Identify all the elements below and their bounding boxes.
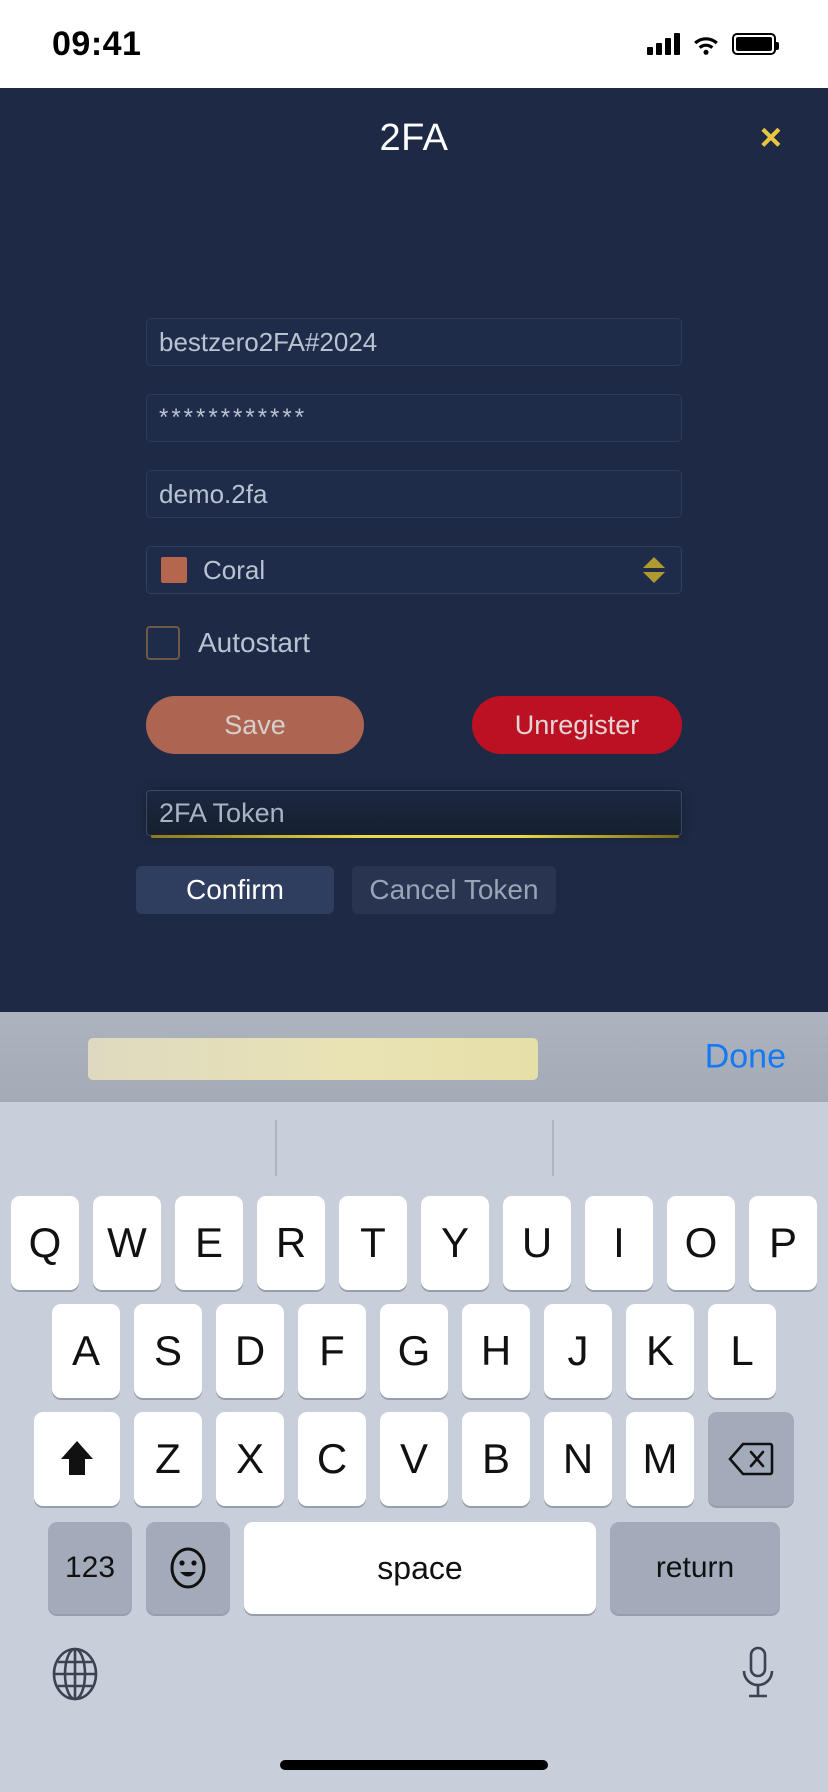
key-y[interactable]: Y (421, 1196, 489, 1290)
password-field[interactable]: ************ (146, 394, 682, 442)
status-bar-icons (647, 33, 779, 55)
key-e[interactable]: E (175, 1196, 243, 1290)
key-x[interactable]: X (216, 1412, 284, 1506)
key-v[interactable]: V (380, 1412, 448, 1506)
stepper-arrows-icon[interactable] (643, 557, 665, 583)
autostart-label: Autostart (198, 627, 311, 658)
key-j[interactable]: J (544, 1304, 612, 1398)
save-button[interactable]: Save (146, 696, 364, 754)
keyboard-accessory-bar: Done (0, 1012, 828, 1102)
secret-key-field[interactable]: bestzero2FA#2024 (146, 318, 682, 366)
key-d[interactable]: D (216, 1304, 284, 1398)
app-titlebar: 2FA × (0, 88, 828, 188)
key-m[interactable]: M (626, 1412, 694, 1506)
chevron-up-icon[interactable] (643, 557, 665, 568)
chevron-down-icon[interactable] (643, 572, 665, 583)
key-z[interactable]: Z (134, 1412, 202, 1506)
color-select[interactable]: Coral (146, 546, 682, 594)
keyboard-bottom-bar (0, 1628, 828, 1748)
emoji-key[interactable] (146, 1522, 230, 1614)
key-r[interactable]: R (257, 1196, 325, 1290)
key-t[interactable]: T (339, 1196, 407, 1290)
key-w[interactable]: W (93, 1196, 161, 1290)
keyboard-row-3: ZXCVBNM (0, 1412, 828, 1506)
token-input[interactable]: 2FA Token (146, 790, 682, 838)
home-indicator (280, 1760, 548, 1770)
keyboard-row-1: QWERTYUIOP (0, 1196, 828, 1290)
key-k[interactable]: K (626, 1304, 694, 1398)
autostart-checkbox[interactable] (146, 626, 180, 660)
key-i[interactable]: I (585, 1196, 653, 1290)
key-q[interactable]: Q (11, 1196, 79, 1290)
status-bar-time: 09:41 (52, 24, 142, 63)
battery-full-icon (732, 33, 779, 55)
color-select-label: Coral (203, 554, 266, 585)
confirm-button[interactable]: Confirm (136, 866, 334, 914)
token-button-row: Confirm Cancel Token (134, 866, 694, 914)
numbers-key[interactable]: 123 (48, 1522, 132, 1614)
globe-language-icon[interactable] (48, 1646, 102, 1702)
emoji-smiley-icon (170, 1547, 206, 1589)
predictive-text-bar[interactable] (0, 1102, 828, 1194)
wifi-icon (694, 37, 718, 55)
close-icon[interactable]: × (760, 119, 782, 157)
done-button[interactable]: Done (705, 1038, 786, 1077)
unregister-button[interactable]: Unregister (472, 696, 682, 754)
key-l[interactable]: L (708, 1304, 776, 1398)
key-n[interactable]: N (544, 1412, 612, 1506)
key-c[interactable]: C (298, 1412, 366, 1506)
key-o[interactable]: O (667, 1196, 735, 1290)
keyboard-row-4: 123 space return (0, 1522, 828, 1614)
cancel-token-button[interactable]: Cancel Token (352, 866, 556, 914)
key-u[interactable]: U (503, 1196, 571, 1290)
page-title: 2FA (379, 116, 449, 159)
key-f[interactable]: F (298, 1304, 366, 1398)
color-swatch-icon (161, 557, 187, 583)
key-g[interactable]: G (380, 1304, 448, 1398)
status-bar: 09:41 (0, 0, 828, 88)
autostart-checkbox-row[interactable]: Autostart (146, 626, 682, 660)
autofill-suggestion-chip[interactable] (88, 1038, 538, 1080)
keyboard-row-2: ASDFGHJKL (0, 1304, 828, 1398)
shift-key[interactable] (34, 1412, 120, 1506)
key-b[interactable]: B (462, 1412, 530, 1506)
onscreen-keyboard: QWERTYUIOP ASDFGHJKL ZXCVBNM 123 space r… (0, 1102, 828, 1792)
microphone-dictation-icon[interactable] (736, 1644, 780, 1702)
action-button-row: Save Unregister (146, 696, 682, 754)
key-p[interactable]: P (749, 1196, 817, 1290)
backspace-key[interactable] (708, 1412, 794, 1506)
key-a[interactable]: A (52, 1304, 120, 1398)
backspace-delete-icon (728, 1442, 774, 1476)
predictive-separator (275, 1120, 277, 1176)
twofa-form: bestzero2FA#2024 ************ demo.2fa C… (0, 318, 828, 914)
cellular-signal-icon (647, 33, 680, 55)
shift-arrow-icon (61, 1441, 93, 1475)
predictive-separator (552, 1120, 554, 1176)
key-h[interactable]: H (462, 1304, 530, 1398)
space-key[interactable]: space (244, 1522, 596, 1614)
key-s[interactable]: S (134, 1304, 202, 1398)
app-screen: 09:41 2FA × bestzero2FA#2024 ***********… (0, 0, 828, 1792)
return-key[interactable]: return (610, 1522, 780, 1614)
account-field[interactable]: demo.2fa (146, 470, 682, 518)
